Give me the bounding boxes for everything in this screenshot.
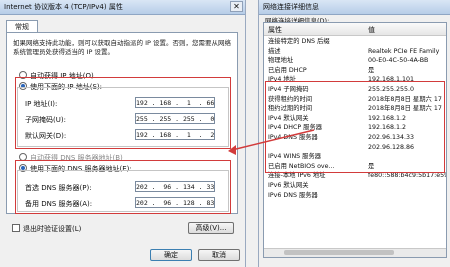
ipv4-properties-window: Internet 协议版本 4 (TCP/IPv4) 属性 ✕ 常规 如果网络支… xyxy=(0,0,246,267)
row-property: 连接特定的 DNS 后缀 xyxy=(268,38,330,45)
table-row[interactable]: 租约过期的时间 2018年8月8日 星期六 17 xyxy=(264,104,446,113)
table-row[interactable]: 已启用 DHCP 是 xyxy=(264,66,446,75)
ip-address-label: IP 地址(I): xyxy=(25,100,58,108)
row-value: 2018年8月8日 星期六 17 xyxy=(368,105,442,113)
auto-dns-label: 自动获得 DNS 服务器地址(B) xyxy=(30,154,123,162)
radio-icon xyxy=(19,153,27,161)
preferred-dns-field[interactable]: 202 . 96 . 134 . 33 xyxy=(135,181,215,192)
arrow-icon xyxy=(228,129,315,155)
alternate-dns-label: 备用 DNS 服务器(A): xyxy=(25,200,93,208)
table-row[interactable]: 连接特定的 DNS 后缀 xyxy=(264,37,446,46)
table-row[interactable]: 描述 Realtek PCIe FE Family xyxy=(264,47,446,56)
row-value: 是 xyxy=(368,162,375,170)
row-value: 192.168.1.2 xyxy=(368,114,407,122)
ip-address-field[interactable]: 192 . 168 . 1 . 66 xyxy=(135,97,215,108)
row-value: 是 xyxy=(368,66,375,74)
row-property: 租约过期的时间 xyxy=(268,105,313,113)
gateway-field[interactable]: 192 . 168 . 1 . 2 xyxy=(135,129,215,140)
title-bar: 网络连接详细信息 xyxy=(259,0,450,15)
col-value[interactable]: 值 xyxy=(368,25,375,35)
row-value: 202.96.128.86 xyxy=(368,143,415,151)
subnet-mask-field[interactable]: 255 . 255 . 255 . 0 xyxy=(135,113,215,124)
description-text: 如果网络支持此功能，则可以获取自动指派的 IP 设置。否则，您需要从网络系统管理… xyxy=(13,39,231,56)
table-row[interactable]: IPv6 DNS 服务器 xyxy=(264,191,446,200)
row-value: 192.168.1.101 xyxy=(368,76,415,84)
row-property: IPv6 默认网关 xyxy=(268,182,309,189)
auto-ip-radio[interactable]: 自动获得 IP 地址(O) xyxy=(19,71,94,81)
row-property: 描述 xyxy=(268,47,281,55)
row-value: 2018年8月8日 星期六 17 xyxy=(368,95,442,103)
row-value: fe80::588:b4c9:5b17:e59 xyxy=(368,172,447,180)
row-property: 物理地址 xyxy=(268,57,294,65)
gateway-label: 默认网关(D): xyxy=(25,132,67,140)
window-title: Internet 协议版本 4 (TCP/IPv4) 属性 xyxy=(4,3,123,11)
auto-dns-radio[interactable]: 自动获得 DNS 服务器地址(B) xyxy=(19,153,123,163)
row-value: 192.168.1.2 xyxy=(368,124,407,132)
row-value: Realtek PCIe FE Family xyxy=(368,47,440,55)
ok-button[interactable]: 确定 xyxy=(150,249,192,261)
row-property: IPv4 地址 xyxy=(268,76,296,84)
table-row[interactable]: 连接-本地 IPv6 地址 fe80::588:b4c9:5b17:e59 xyxy=(264,171,447,180)
window-title: 网络连接详细信息 xyxy=(263,3,319,11)
alternate-dns-field[interactable]: 202 . 96 . 128 . 83 xyxy=(135,197,215,208)
general-panel: 如果网络支持此功能，则可以获取自动指派的 IP 设置。否则，您需要从网络系统管理… xyxy=(6,32,238,214)
row-property: 连接-本地 IPv6 地址 xyxy=(268,172,326,180)
row-value: 255.255.255.0 xyxy=(368,86,415,93)
subnet-mask-label: 子网掩码(U): xyxy=(25,116,66,124)
row-property: 获得租约的时间 xyxy=(268,95,313,103)
close-icon[interactable]: ✕ xyxy=(230,1,243,12)
title-bar: Internet 协议版本 4 (TCP/IPv4) 属性 ✕ xyxy=(0,0,245,15)
validate-checkbox[interactable]: 退出时验证设置(L) xyxy=(12,224,81,234)
scroll-thumb[interactable] xyxy=(284,250,394,255)
advanced-button[interactable]: 高级(V)... xyxy=(188,222,234,234)
row-property: IPv4 子网掩码 xyxy=(268,86,309,93)
table-row[interactable]: IPv4 默认网关 192.168.1.2 xyxy=(264,114,446,123)
table-row[interactable]: IPv4 地址 192.168.1.101 xyxy=(264,75,446,84)
table-row[interactable]: 获得租约的时间 2018年8月8日 星期六 17 xyxy=(264,95,446,104)
auto-ip-label: 自动获得 IP 地址(O) xyxy=(30,72,94,80)
row-property: IPv4 默认网关 xyxy=(268,114,309,122)
row-value: 202.96.134.33 xyxy=(368,134,415,141)
col-property[interactable]: 属性 xyxy=(268,25,282,35)
cancel-button[interactable]: 取消 xyxy=(198,249,240,261)
radio-icon xyxy=(19,71,27,79)
table-row[interactable]: IPv4 子网掩码 255.255.255.0 xyxy=(264,85,446,94)
row-property: IPv6 DNS 服务器 xyxy=(268,191,318,199)
row-value: 00-E0-4C-50-4A-BB xyxy=(368,57,429,65)
table-row[interactable]: IPv6 默认网关 xyxy=(264,181,446,190)
row-property: 已启用 DHCP xyxy=(268,66,307,74)
preferred-dns-label: 首选 DNS 服务器(P): xyxy=(25,184,92,192)
table-header: 属性 值 xyxy=(264,23,446,36)
checkbox-icon xyxy=(12,224,20,232)
horizontal-scrollbar[interactable] xyxy=(264,248,446,257)
validate-label: 退出时验证设置(L) xyxy=(23,225,82,233)
table-row[interactable]: 物理地址 00-E0-4C-50-4A-BB xyxy=(264,56,446,65)
